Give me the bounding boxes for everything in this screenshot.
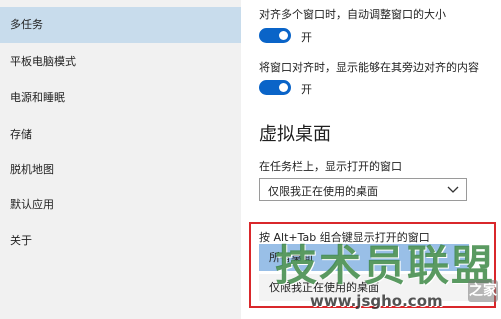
snap-resize-toggle[interactable] — [259, 28, 291, 43]
sidebar-item-about[interactable]: 关于 — [0, 223, 241, 259]
watermark-logo: 技术员联盟 — [275, 241, 496, 290]
toggle-knob — [279, 83, 288, 92]
sidebar-item-offline-maps[interactable]: 脱机地图 — [0, 152, 241, 188]
snap-assist-toggle[interactable] — [259, 80, 291, 95]
taskbar-windows-dropdown[interactable]: 仅限我正在使用的桌面 — [259, 178, 467, 201]
snap-resize-label: 对齐多个窗口时，自动调整窗口的大小 — [259, 8, 446, 21]
sidebar-item-multitasking[interactable]: 多任务 — [0, 7, 241, 43]
snap-assist-state: 开 — [301, 83, 312, 96]
sidebar-item-power-sleep[interactable]: 电源和睡眠 — [0, 80, 241, 116]
watermark-tag: 之家 — [468, 280, 498, 302]
sidebar-item-tablet-mode[interactable]: 平板电脑模式 — [0, 44, 241, 80]
sidebar-item-default-apps[interactable]: 默认应用 — [0, 187, 241, 223]
virtual-desktops-title: 虚拟桌面 — [259, 124, 331, 145]
chevron-down-icon — [447, 186, 459, 193]
taskbar-windows-label: 在任务栏上，显示打开的窗口 — [259, 160, 402, 173]
watermark-url: www.jsgho.com — [310, 292, 443, 310]
dropdown-value: 仅限我正在使用的桌面 — [268, 185, 378, 198]
snap-assist-label: 将窗口对齐时，显示能够在其旁边对齐的内容 — [259, 61, 479, 74]
settings-sidebar: 多任务 平板电脑模式 电源和睡眠 存储 脱机地图 默认应用 关于 — [0, 0, 241, 319]
snap-resize-state: 开 — [301, 31, 312, 44]
sidebar-item-storage[interactable]: 存储 — [0, 117, 241, 153]
toggle-knob — [279, 31, 288, 40]
